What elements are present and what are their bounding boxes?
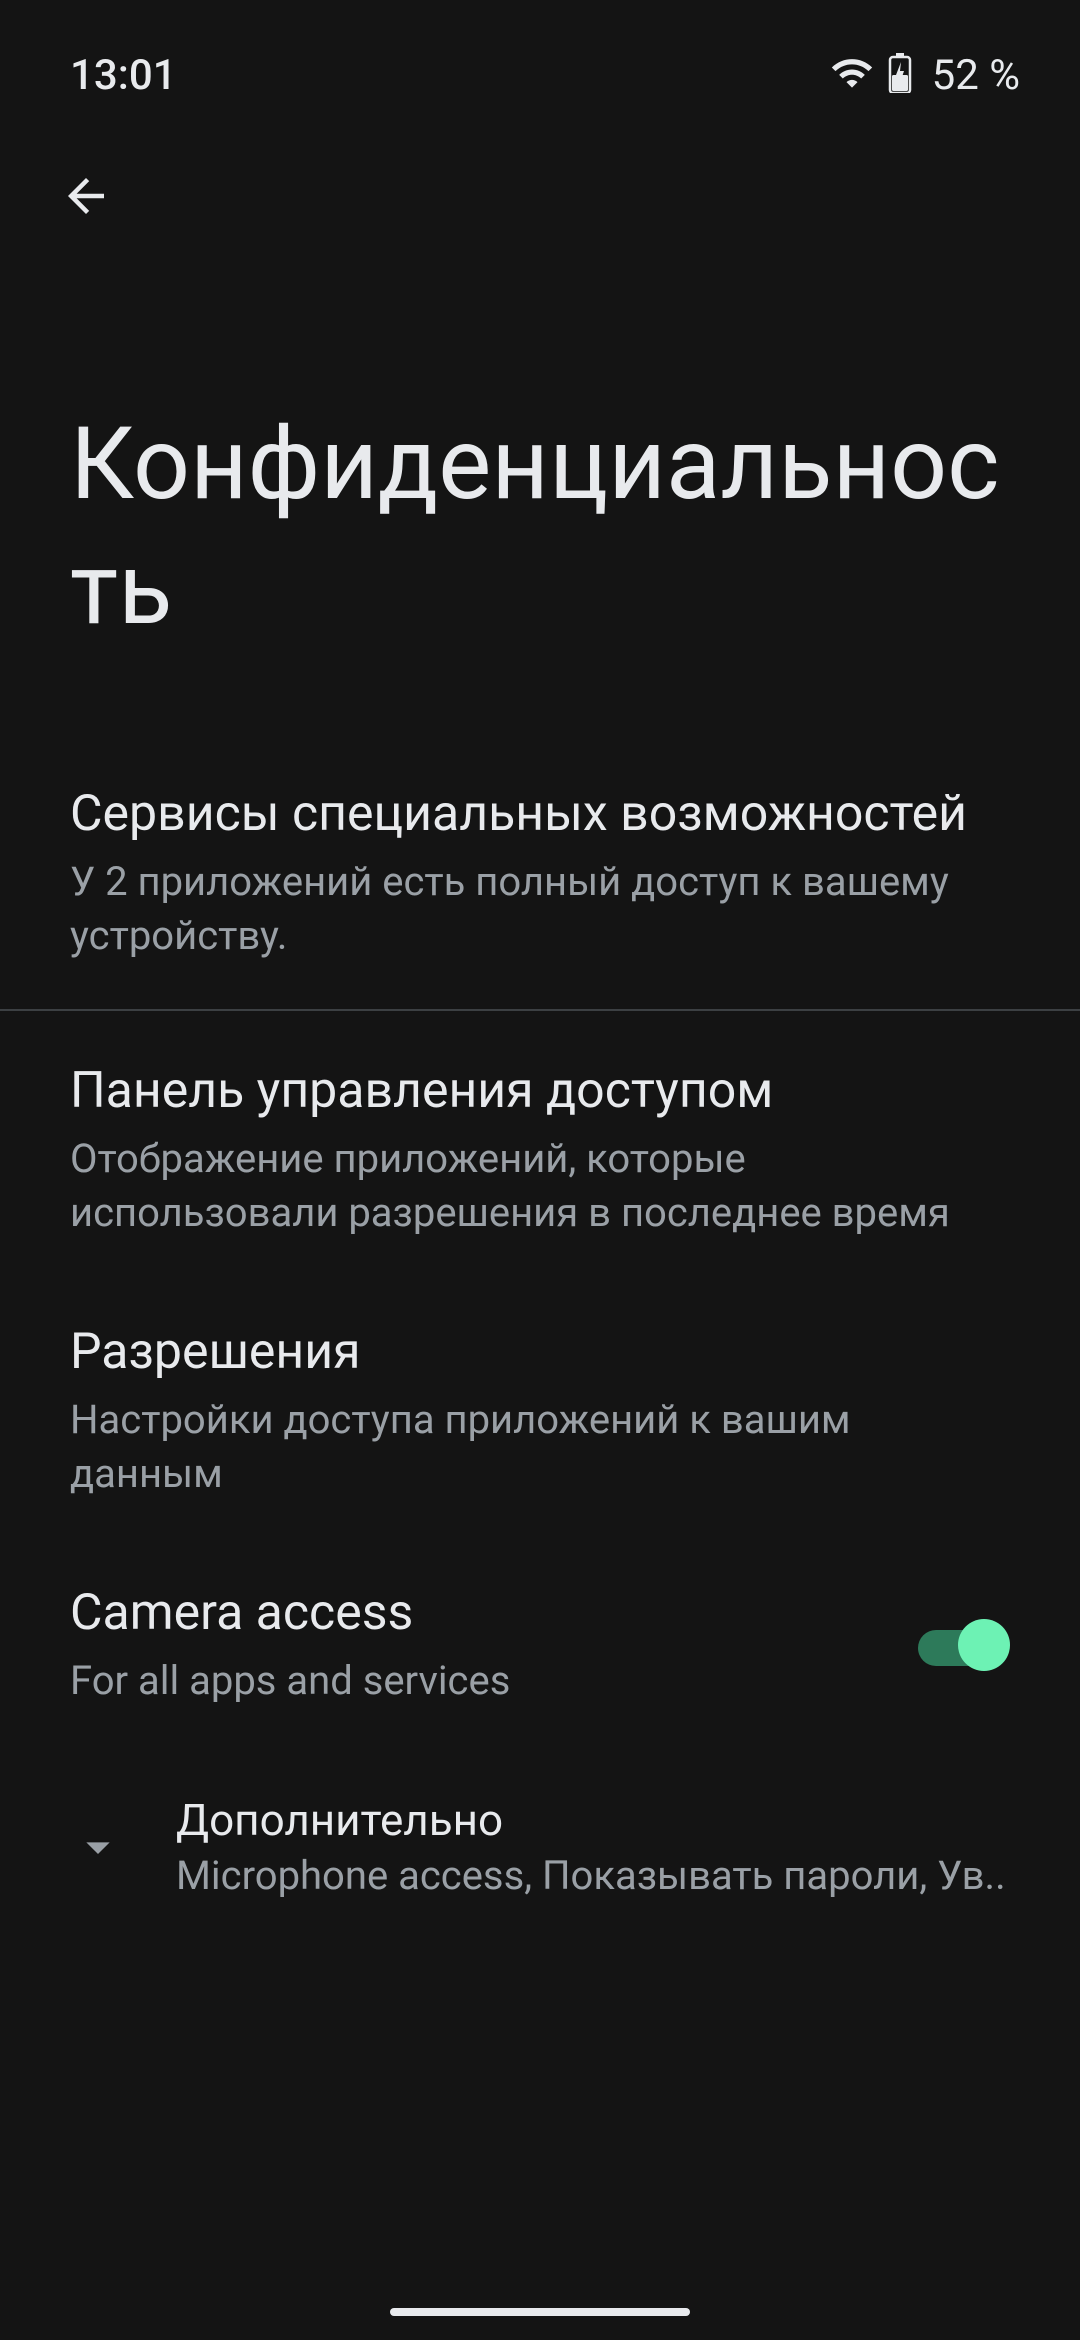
- settings-item-permissions[interactable]: Разрешения Настройки доступа приложений …: [0, 1280, 1080, 1541]
- item-title: Разрешения: [70, 1320, 1010, 1385]
- wifi-icon: [830, 51, 874, 99]
- status-time: 13:01: [70, 51, 177, 100]
- settings-item-accessibility-services[interactable]: Сервисы специальных возможностей У 2 при…: [0, 742, 1080, 1003]
- page-title: Конфиденциальность: [0, 232, 1080, 742]
- status-right: 52 %: [830, 51, 1020, 100]
- app-bar: [0, 110, 1080, 232]
- settings-item-advanced[interactable]: Дополнительно Microphone access, Показыв…: [0, 1748, 1080, 1945]
- divider: [0, 1009, 1080, 1011]
- chevron-down-icon: [70, 1819, 126, 1875]
- gesture-nav-handle[interactable]: [390, 2308, 690, 2316]
- item-title: Сервисы специальных возможностей: [70, 782, 1010, 847]
- back-button[interactable]: [50, 160, 122, 232]
- settings-item-privacy-dashboard[interactable]: Панель управления доступом Отображение п…: [0, 1019, 1080, 1280]
- item-title: Camera access: [70, 1581, 888, 1646]
- settings-item-camera-access[interactable]: Camera access For all apps and services: [0, 1541, 1080, 1748]
- item-subtitle: For all apps and services: [70, 1654, 888, 1708]
- battery-percentage: 52 %: [932, 51, 1020, 100]
- status-bar: 13:01 52 %: [0, 0, 1080, 110]
- item-title: Панель управления доступом: [70, 1059, 1010, 1124]
- item-subtitle: Microphone access, Показывать пароли, Ув…: [176, 1852, 1010, 1899]
- item-subtitle: Отображение приложений, которые использо…: [70, 1132, 1010, 1240]
- battery-charging-icon: [888, 53, 912, 97]
- item-subtitle: Настройки доступа приложений к вашим дан…: [70, 1393, 1010, 1501]
- item-subtitle: У 2 приложений есть полный доступ к ваше…: [70, 855, 1010, 963]
- item-title: Дополнительно: [176, 1794, 1010, 1846]
- camera-access-toggle[interactable]: [918, 1622, 1010, 1668]
